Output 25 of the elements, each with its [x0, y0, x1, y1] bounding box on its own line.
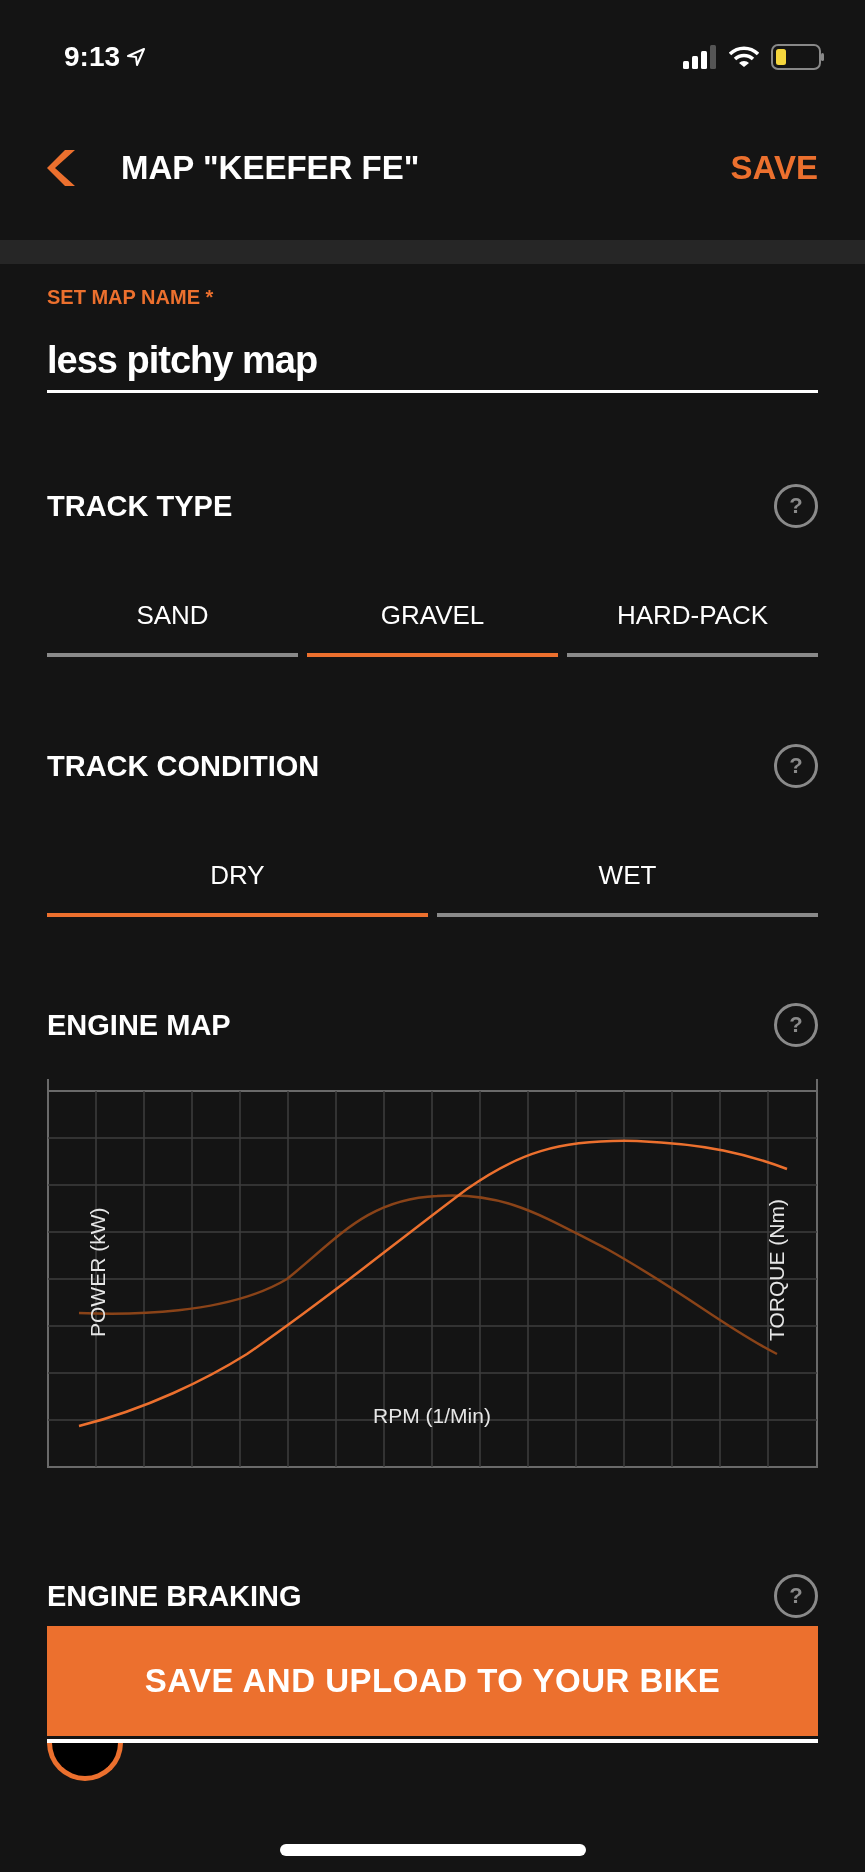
segment-tab[interactable]: DRY: [47, 860, 428, 917]
help-button[interactable]: ?: [774, 1003, 818, 1047]
section-title: ENGINE MAP: [47, 1010, 231, 1040]
page-title: MAP "KEEFER FE": [121, 149, 421, 187]
power-axis-label: POWER (kW): [86, 1207, 109, 1337]
save-button[interactable]: SAVE: [730, 149, 818, 187]
map-name-field[interactable]: less pitchy map: [47, 309, 818, 393]
field-label: SET MAP NAME *: [47, 286, 215, 309]
help-button[interactable]: ?: [774, 484, 818, 528]
signal-icon: [683, 45, 717, 69]
section-title: ENGINE BRAKING: [47, 1581, 302, 1611]
torque-axis-label: TORQUE (Nm): [765, 1199, 788, 1341]
wifi-icon: [729, 46, 759, 68]
status-time: 9:13: [64, 41, 121, 73]
help-button[interactable]: ?: [774, 1574, 818, 1618]
segment-tab[interactable]: HARD-PACK: [567, 600, 818, 657]
section-title: TRACK CONDITION: [47, 751, 320, 781]
segment-tab[interactable]: GRAVEL: [307, 600, 558, 657]
segment-tab[interactable]: WET: [437, 860, 818, 917]
location-arrow-icon: [126, 47, 147, 67]
rpm-axis-label: RPM (1/Min): [373, 1404, 491, 1427]
help-button[interactable]: ?: [774, 744, 818, 788]
section-title: TRACK TYPE: [47, 491, 233, 521]
segment-tab[interactable]: SAND: [47, 600, 298, 657]
battery-icon: [771, 44, 825, 70]
